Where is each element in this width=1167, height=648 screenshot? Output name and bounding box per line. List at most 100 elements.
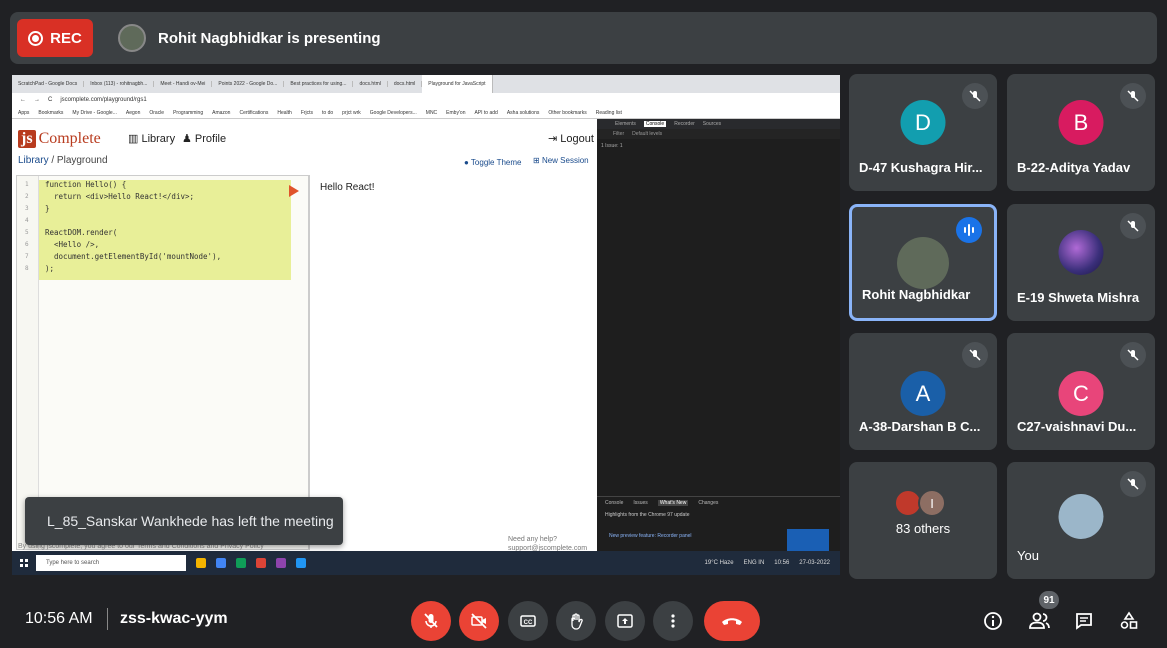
meeting-code: zss-kwac-yym (120, 610, 228, 627)
avatar (897, 237, 949, 289)
people-count-badge: 91 (1039, 591, 1059, 609)
more-options-button[interactable] (653, 601, 693, 641)
line-number: 1 (25, 181, 29, 188)
preview-output: Hello React! (320, 182, 375, 193)
browser-tab-active: Playground for JavaScript (422, 75, 493, 93)
self-tile[interactable]: You (1007, 462, 1155, 579)
code-line: function Hello() { (45, 180, 127, 189)
participant-name: D-47 Kushagra Hir... (859, 160, 983, 175)
participant-name: E-19 Shweta Mishra (1017, 290, 1140, 305)
logo-js: js (18, 130, 36, 148)
devtools-tab: Sources (702, 121, 722, 127)
others-tile[interactable]: I 83 others (849, 462, 997, 579)
forward-icon: → (34, 97, 40, 103)
mic-off-icon (1120, 83, 1146, 109)
line-number: 3 (25, 205, 29, 212)
bookmark: Amazon (212, 109, 231, 116)
chrome-icon (216, 558, 226, 568)
code-line: return <div>Hello React!</div>; (45, 192, 195, 201)
toggle-theme-label: Toggle Theme (470, 158, 522, 167)
participant-tile[interactable]: B B-22-Aditya Yadav (1007, 74, 1155, 191)
preview-pane: Hello React! (309, 175, 597, 550)
avatar: B (1058, 100, 1104, 145)
run-icon (289, 185, 299, 197)
mic-off-icon (1120, 213, 1146, 239)
issues-count: 1 Issue: 1 (601, 143, 623, 149)
breadcrumb-separator: / (51, 155, 55, 166)
speaking-indicator-icon (956, 217, 982, 243)
date-text: 27-03-2022 (799, 560, 830, 566)
bookmark: Programming (173, 109, 204, 116)
drawer-highlight: Highlights from the Chrome 97 update (605, 512, 690, 518)
drawer-tab-active: What's New (657, 500, 689, 506)
drawer-tab: Changes (698, 500, 719, 506)
presenter-avatar (118, 24, 146, 52)
people-button[interactable] (1025, 606, 1055, 636)
breadcrumb: Library / Playground (18, 155, 108, 166)
participant-tile[interactable]: C C27-vaishnavi Du... (1007, 333, 1155, 450)
mic-off-icon (424, 613, 438, 628)
logout-link: ⇥ Logout (548, 132, 594, 145)
avatar (1058, 230, 1104, 275)
activities-button[interactable] (1114, 606, 1144, 636)
participant-tile[interactable]: E-19 Shweta Mishra (1007, 204, 1155, 321)
windows-taskbar: Type here to search 19°C Haze ENG IN 10:… (12, 551, 840, 575)
people-icon (1029, 612, 1050, 629)
mic-off-icon (1120, 342, 1146, 368)
avatar: D (900, 100, 946, 145)
hand-icon (571, 613, 583, 630)
line-number: 4 (25, 217, 29, 224)
avatar: I (918, 489, 946, 517)
participant-name: You (1017, 548, 1039, 563)
participant-tile[interactable]: A A-38-Darshan B C... (849, 333, 997, 450)
plus-icon: ⊞ (533, 156, 542, 165)
windows-icon (20, 559, 28, 567)
jscomplete-app: js Complete ▥ Library ♟ Profile ⇥ Logout… (12, 119, 597, 552)
bookmark: prjct wrk (342, 109, 361, 116)
camera-toggle-button[interactable] (459, 601, 499, 641)
breadcrumb-library: Library (18, 155, 49, 166)
logo-text: Complete (38, 130, 101, 147)
browser-tab: Inbox (113) - rohitnagbh... (84, 81, 155, 87)
present-icon (617, 614, 633, 628)
bookmark: Google Developers... (369, 109, 417, 116)
bookmark: Oracle (149, 109, 165, 116)
code-line: document.getElementById('mountNode'), (45, 252, 222, 261)
url-text: jscomplete.com/playground/rgs1 (60, 97, 147, 103)
bookmark: to do (322, 109, 334, 116)
chat-button[interactable] (1069, 606, 1099, 636)
mic-off-icon (962, 83, 988, 109)
chat-icon (1076, 613, 1092, 630)
meeting-details-button[interactable] (978, 606, 1008, 636)
lang-text: ENG IN (743, 560, 765, 566)
file-explorer-icon (196, 558, 206, 568)
end-call-button[interactable] (704, 601, 760, 641)
hang-up-icon (722, 618, 742, 625)
drawer-tab: Console (605, 500, 624, 506)
line-number: 6 (25, 241, 29, 248)
clock-text: 10:56 (774, 560, 790, 566)
info-icon (984, 612, 1002, 630)
bookmark: Asha solutions (506, 109, 540, 116)
bookmark: Frjcts (300, 109, 314, 116)
profile-icon: ♟ (182, 133, 195, 145)
bookmark: My Drive - Google... (72, 109, 117, 116)
divider (107, 608, 108, 630)
devtools-filter-bar: Filter Default levels (597, 129, 840, 139)
mic-off-icon (1120, 471, 1146, 497)
nav-profile-label: Profile (194, 133, 227, 145)
line-number: 7 (25, 253, 29, 260)
captions-button[interactable]: CC (508, 601, 548, 641)
raise-hand-button[interactable] (556, 601, 596, 641)
vscode-icon (296, 558, 306, 568)
taskbar-search: Type here to search (36, 555, 186, 571)
drawer-tabs: Console Issues What's New Changes (605, 500, 718, 506)
participant-name: A-38-Darshan B C... (859, 419, 981, 434)
mic-toggle-button[interactable] (411, 601, 451, 641)
participant-tile-active-speaker[interactable]: Rohit Nagbhidkar (849, 204, 997, 321)
left-meeting-toast: L_85_Sanskar Wankhede has left the meeti… (25, 497, 343, 545)
participant-tile[interactable]: D D-47 Kushagra Hir... (849, 74, 997, 191)
present-button[interactable] (605, 601, 645, 641)
more-vert-icon (671, 614, 675, 628)
back-icon: ← (20, 97, 26, 103)
